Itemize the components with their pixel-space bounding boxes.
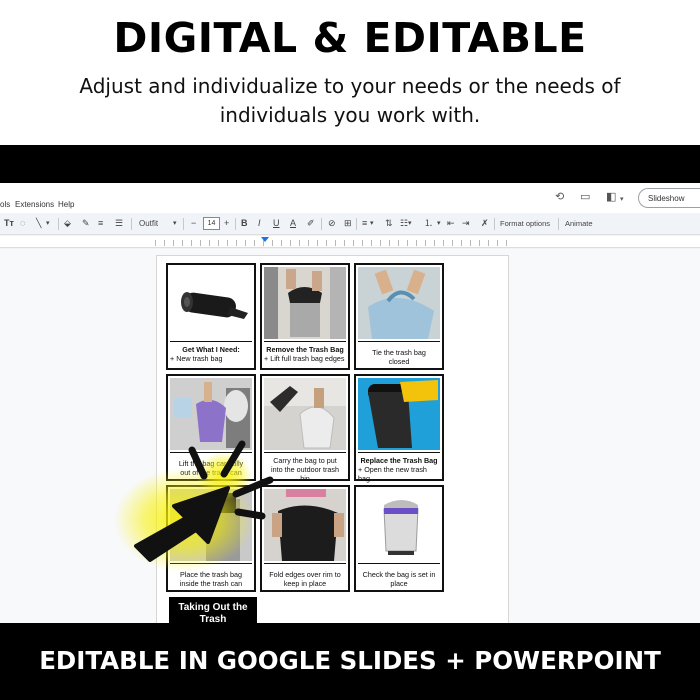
meet-dropdown-icon[interactable]: ▾ bbox=[620, 193, 624, 205]
comment-icon[interactable]: ▭ bbox=[580, 191, 590, 203]
meet-icon[interactable]: ◧ bbox=[606, 191, 616, 203]
trash-bag-roll-image bbox=[170, 267, 252, 339]
font-size-input[interactable]: 14 bbox=[203, 217, 220, 230]
place-bag-image bbox=[170, 489, 252, 561]
card-caption: Get What I Need: + New trash bag bbox=[170, 341, 252, 367]
fold-edges-image bbox=[264, 489, 346, 561]
card-caption: Place the trash bag inside the trash can bbox=[170, 563, 252, 589]
carry-bag-image bbox=[264, 378, 346, 450]
toolbar-divider bbox=[58, 218, 59, 230]
card-fold-edges[interactable]: Fold edges over rim to keep in place bbox=[260, 485, 350, 592]
ruler-ticks bbox=[155, 240, 510, 246]
animate-button[interactable]: Animate bbox=[565, 218, 593, 229]
numbered-list-icon[interactable]: ⒈ bbox=[424, 218, 433, 229]
card-caption: Remove the Trash Bag + Lift full trash b… bbox=[264, 341, 346, 367]
card-subtitle: Check the bag is set in place bbox=[362, 570, 436, 588]
text-box-icon[interactable]: Tт bbox=[4, 218, 14, 229]
check-bag-image bbox=[358, 489, 440, 561]
text-color-icon[interactable]: A bbox=[290, 218, 296, 229]
card-caption: Replace the Trash Bag + Open the new tra… bbox=[358, 452, 440, 483]
card-subtitle: Fold edges over rim to keep in place bbox=[269, 570, 341, 588]
card-subtitle: + New trash bag bbox=[170, 354, 223, 363]
increase-indent-icon[interactable]: ⇥ bbox=[462, 218, 470, 229]
italic-icon[interactable]: I bbox=[258, 218, 261, 229]
card-place-bag[interactable]: Place the trash bag inside the trash can bbox=[166, 485, 256, 592]
card-title: Remove the Trash Bag bbox=[266, 345, 344, 354]
tie-bag-image bbox=[358, 267, 440, 339]
promo-header: DIGITAL & EDITABLE Adjust and individual… bbox=[0, 0, 700, 145]
card-title: Get What I Need: bbox=[182, 345, 240, 354]
ruler bbox=[0, 236, 700, 248]
card-subtitle: Carry the bag to put into the outdoor tr… bbox=[271, 456, 339, 483]
card-subtitle: Tie the trash bag closed bbox=[372, 348, 426, 366]
underline-icon[interactable]: U bbox=[273, 218, 280, 229]
format-options-button[interactable]: Format options bbox=[500, 218, 550, 229]
fill-color-icon[interactable]: ⬙ bbox=[64, 218, 71, 229]
clear-formatting-icon[interactable]: ✗ bbox=[481, 218, 489, 229]
highlight-icon[interactable]: ✐ bbox=[307, 218, 315, 229]
menu-bar: ols Extensions Help ⟲ ▭ ◧ ▾ Slideshow bbox=[0, 183, 700, 213]
remove-bag-image bbox=[264, 267, 346, 339]
toolbar-divider bbox=[494, 218, 495, 230]
card-lift-bag[interactable]: Lift the bag carefully out of the trash … bbox=[166, 374, 256, 481]
promo-footer: EDITABLE IN GOOGLE SLIDES + POWERPOINT bbox=[0, 623, 700, 700]
border-weight-icon[interactable]: ≡ bbox=[98, 218, 103, 229]
font-dropdown-icon[interactable]: ▾ bbox=[173, 218, 177, 229]
formatting-toolbar: Tт ◌ ╲ ▾ ⬙ ✎ ≡ ☰ Outfit ▾ − 14 + B I U A… bbox=[0, 213, 700, 235]
numbered-list-dropdown-icon[interactable]: ▾ bbox=[437, 218, 441, 229]
decrease-indent-icon[interactable]: ⇤ bbox=[447, 218, 455, 229]
link-icon[interactable]: ⊘ bbox=[328, 218, 336, 229]
subheadline: Adjust and individualize to your needs o… bbox=[79, 74, 621, 127]
checklist-icon[interactable]: ☷ bbox=[400, 218, 408, 229]
line-spacing-icon[interactable]: ⇅ bbox=[385, 218, 393, 229]
lift-bag-image bbox=[170, 378, 252, 450]
card-caption: Fold edges over rim to keep in place bbox=[264, 563, 346, 589]
decrease-font-icon[interactable]: − bbox=[191, 218, 196, 229]
toolbar-divider bbox=[321, 218, 322, 230]
line-dropdown-icon[interactable]: ▾ bbox=[46, 218, 50, 229]
toolbar-divider bbox=[558, 218, 559, 230]
card-remove-trash-bag[interactable]: Remove the Trash Bag + Lift full trash b… bbox=[260, 263, 350, 370]
checklist-dropdown-icon[interactable]: ▾ bbox=[408, 218, 412, 229]
card-replace-trash-bag[interactable]: Replace the Trash Bag + Open the new tra… bbox=[354, 374, 444, 483]
toolbar-divider bbox=[235, 218, 236, 230]
card-carry-bag[interactable]: Carry the bag to put into the outdoor tr… bbox=[260, 374, 350, 483]
toolbar-divider bbox=[131, 218, 132, 230]
align-dropdown-icon[interactable]: ▾ bbox=[370, 218, 374, 229]
card-caption: Check the bag is set in place bbox=[358, 563, 440, 589]
card-tie-bag[interactable]: Tie the trash bag closed bbox=[354, 263, 444, 370]
shape-icon[interactable]: ◌ bbox=[20, 218, 25, 229]
menu-extensions[interactable]: Extensions bbox=[15, 200, 54, 209]
card-caption: Tie the trash bag closed bbox=[358, 341, 440, 367]
headline: DIGITAL & EDITABLE bbox=[113, 14, 587, 62]
slideshow-button[interactable]: Slideshow bbox=[638, 188, 700, 208]
toolbar-divider bbox=[356, 218, 357, 230]
card-get-what-i-need[interactable]: Get What I Need: + New trash bag bbox=[166, 263, 256, 370]
align-icon[interactable]: ≡ bbox=[362, 218, 367, 229]
menu-tools[interactable]: ols bbox=[0, 200, 10, 209]
card-subtitle: + Open the new trash bag bbox=[358, 465, 427, 483]
card-caption: Carry the bag to put into the outdoor tr… bbox=[264, 452, 346, 483]
border-dash-icon[interactable]: ☰ bbox=[115, 218, 123, 229]
card-subtitle: Place the trash bag inside the trash can bbox=[179, 570, 243, 588]
card-caption: Lift the bag carefully out of the trash … bbox=[170, 452, 252, 478]
footer-text: EDITABLE IN GOOGLE SLIDES + POWERPOINT bbox=[39, 646, 661, 675]
increase-font-icon[interactable]: + bbox=[224, 218, 229, 229]
indent-marker[interactable] bbox=[261, 237, 269, 242]
card-check-bag[interactable]: Check the bag is set in place bbox=[354, 485, 444, 592]
border-color-icon[interactable]: ✎ bbox=[82, 218, 90, 229]
replace-bag-image bbox=[358, 378, 440, 450]
card-subtitle: + Lift full trash bag edges bbox=[264, 354, 345, 363]
card-title: Replace the Trash Bag bbox=[360, 456, 438, 465]
font-family-select[interactable]: Outfit bbox=[139, 218, 158, 229]
bold-icon[interactable]: B bbox=[241, 218, 248, 229]
insert-comment-icon[interactable]: ⊞ bbox=[344, 218, 352, 229]
card-subtitle: Lift the bag carefully out of the trash … bbox=[178, 459, 244, 477]
history-icon[interactable]: ⟲ bbox=[555, 191, 564, 203]
toolbar-divider bbox=[183, 218, 184, 230]
menu-help[interactable]: Help bbox=[58, 200, 74, 209]
line-icon[interactable]: ╲ bbox=[36, 218, 41, 229]
